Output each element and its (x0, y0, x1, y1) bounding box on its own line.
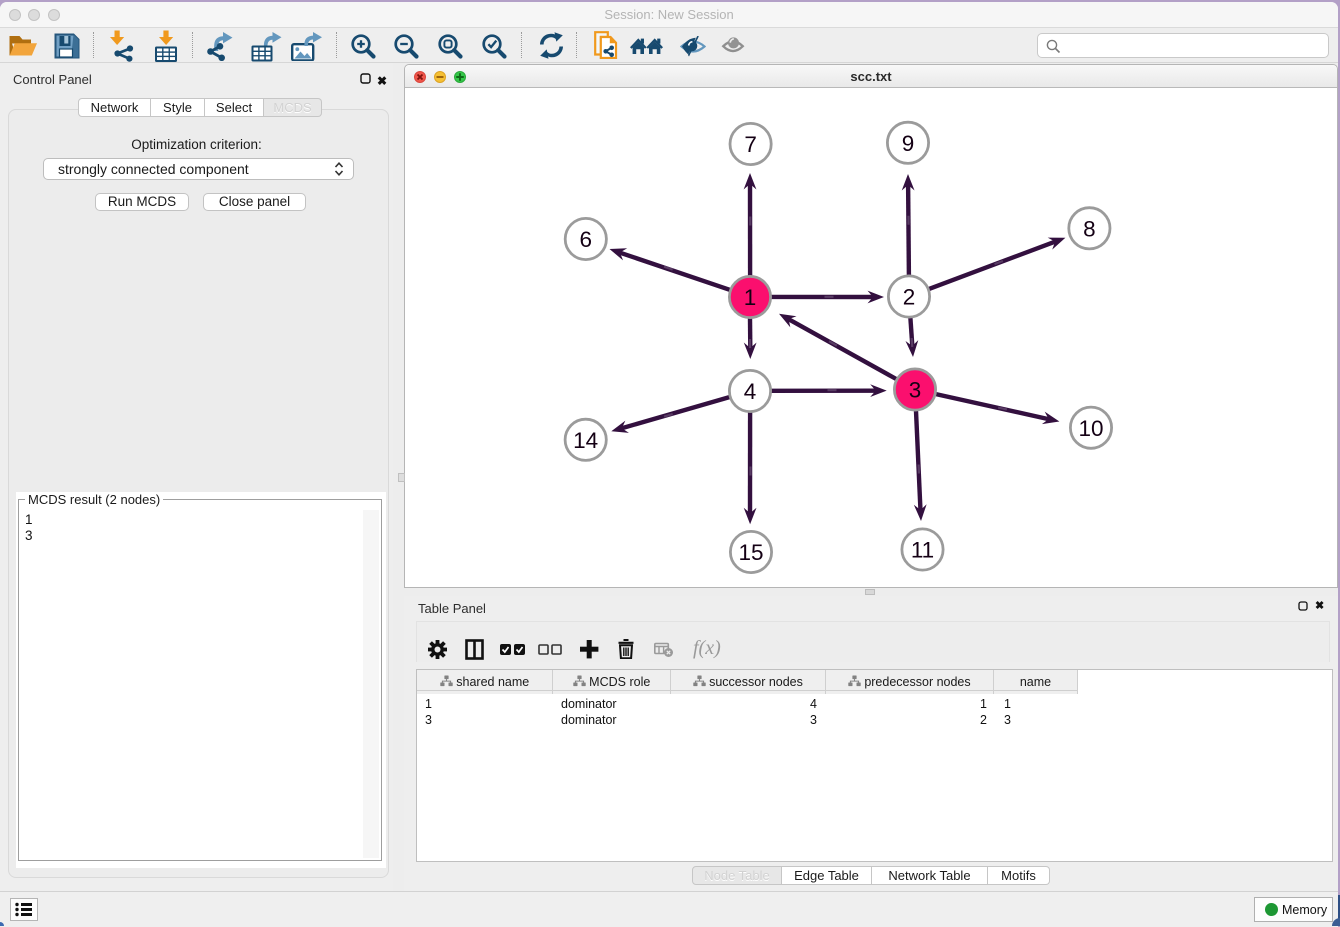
svg-text:15: 15 (738, 540, 763, 565)
svg-text:11: 11 (911, 538, 934, 563)
svg-text:9: 9 (902, 131, 915, 156)
svg-text:3: 3 (909, 378, 922, 403)
svg-text:14: 14 (573, 428, 598, 453)
svg-text:10: 10 (1078, 416, 1103, 441)
svg-text:8: 8 (1083, 217, 1096, 242)
svg-text:1: 1 (744, 285, 757, 310)
svg-text:7: 7 (744, 132, 757, 157)
svg-text:6: 6 (580, 227, 593, 252)
svg-text:4: 4 (744, 379, 757, 404)
svg-text:2: 2 (903, 285, 916, 310)
